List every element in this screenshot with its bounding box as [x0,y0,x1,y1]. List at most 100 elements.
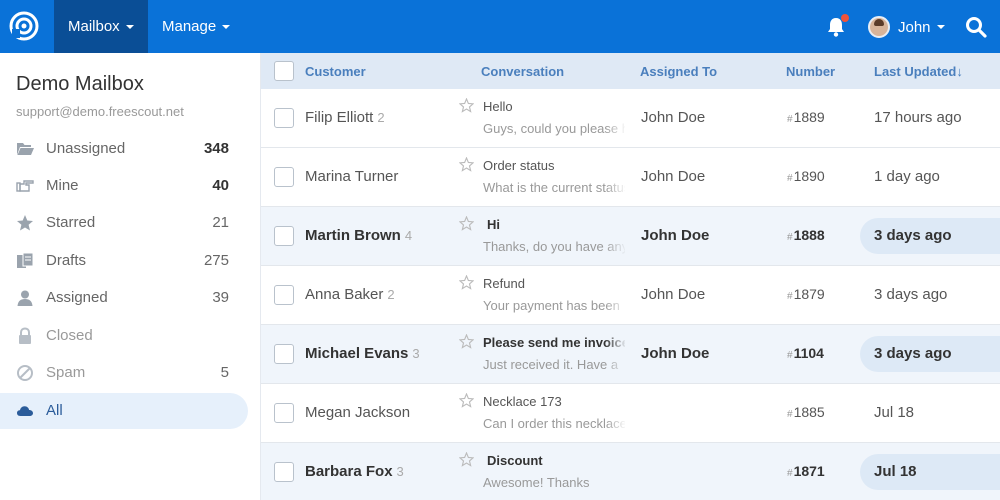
chevron-down-icon [936,25,945,29]
assignee: John Doe [641,109,706,126]
ban-icon [17,365,33,381]
star-icon[interactable] [459,98,474,113]
column-conversation[interactable]: Conversation [481,64,564,79]
table-row[interactable]: Anna Baker 2 Refund Your payment has been… [261,266,1000,325]
star-icon[interactable] [459,452,474,467]
customer-name: Filip Elliott 2 [305,109,385,126]
table-row[interactable]: Barbara Fox 3 Discount Awesome! Thanks #1… [261,443,1000,500]
customer-name-text: Michael Evans [305,345,409,362]
row-checkbox[interactable] [274,285,294,305]
hash-symbol: # [787,409,793,420]
conversation-preview: Guys, could you please help [483,121,625,136]
nav-mailbox-menu[interactable]: Mailbox [54,0,148,53]
assignee: John Doe [641,345,710,362]
row-checkbox[interactable] [274,226,294,246]
last-updated: 3 days ago [874,345,952,362]
column-customer[interactable]: Customer [305,64,366,79]
column-number[interactable]: Number [786,64,835,79]
user-icon [17,290,33,306]
folder-label: Drafts [46,252,87,269]
thread-count: 2 [377,110,385,125]
column-assigned-to[interactable]: Assigned To [640,64,717,79]
conversation-number: #1889 [787,109,825,125]
row-checkbox[interactable] [274,108,294,128]
freescout-logo-icon[interactable] [9,11,39,41]
conversation-number: #1104 [787,345,824,361]
chevron-down-icon [222,24,231,29]
folder-label: Unassigned [46,140,126,157]
folder-unassigned[interactable]: Unassigned 348 [0,131,248,167]
customer-name-text: Barbara Fox [305,463,393,480]
last-updated: 17 hours ago [874,109,962,126]
star-icon[interactable] [459,157,474,172]
table-header: Customer Conversation Assigned To Number… [261,53,1000,89]
folder-drafts[interactable]: Drafts 275 [0,243,248,279]
conversation-subject: Please send me invoice [483,335,625,350]
row-checkbox[interactable] [274,462,294,482]
number-value: 1885 [793,404,825,420]
conversation-number: #1871 [787,463,825,479]
star-icon[interactable] [459,216,474,231]
table-row[interactable]: Marina Turner Order status What is the c… [261,148,1000,207]
star-icon[interactable] [459,393,474,408]
nav-manage-menu[interactable]: Manage [148,0,244,53]
customer-name: Marina Turner [305,168,402,185]
folder-starred[interactable]: Starred 21 [0,205,248,241]
folder-assigned[interactable]: Assigned 39 [0,280,248,316]
star-icon[interactable] [459,275,474,290]
last-updated: Jul 18 [874,404,915,421]
thread-count: 4 [404,228,413,243]
folder-all[interactable]: All [0,393,248,429]
star-icon [17,215,33,231]
folder-count: 39 [212,289,229,306]
customer-name: Martin Brown 4 [305,227,412,244]
row-checkbox[interactable] [274,344,294,364]
lock-icon [19,327,31,344]
folder-count: 21 [212,214,229,231]
conversation-preview: Awesome! Thanks [483,475,590,490]
hash-symbol: # [787,350,793,361]
customer-name-text: Martin Brown [305,227,401,244]
conversation-subject: Refund [483,276,525,291]
folder-label: Assigned [46,289,108,306]
user-name: John [898,18,931,36]
conversation-subject: Necklace 173 [483,394,562,409]
top-navbar: Mailbox Manage John [0,0,1000,53]
number-value: 1871 [793,463,825,479]
thread-count: 3 [396,464,404,479]
folder-mine[interactable]: Mine 40 [0,168,248,204]
mailbox-email: support@demo.freescout.net [16,104,184,119]
row-checkbox[interactable] [274,167,294,187]
folder-closed[interactable]: Closed [0,318,248,354]
avatar [868,16,890,38]
last-updated: 3 days ago [874,286,948,303]
user-menu[interactable]: John [868,14,945,40]
column-last-updated[interactable]: Last Updated↓ [874,64,963,79]
folder-label: Closed [46,327,93,344]
conversation-preview: Can I order this necklace [483,416,625,431]
hash-symbol: # [787,291,793,302]
customer-name: Michael Evans 3 [305,345,420,362]
preview-fade [605,272,627,318]
mailbox-name[interactable]: Demo Mailbox [16,73,144,96]
conversation-number: #1885 [787,404,825,420]
hash-symbol: # [787,232,793,243]
customer-name: Barbara Fox 3 [305,463,404,480]
table-row[interactable]: Megan Jackson Necklace 173 Can I order t… [261,384,1000,443]
table-row[interactable]: Michael Evans 3 Please send me invoice Ju… [261,325,1000,384]
hash-symbol: # [787,173,793,184]
table-row[interactable]: Martin Brown 4 Hi Thanks, do you have any… [261,207,1000,266]
hash-symbol: # [787,468,793,479]
folder-spam[interactable]: Spam 5 [0,355,248,391]
folder-count: 5 [220,364,229,381]
folder-label: Spam [46,364,86,381]
folder-label: All [46,402,63,419]
customer-name: Anna Baker 2 [305,286,395,303]
table-row[interactable]: Filip Elliott 2 Hello Guys, could you ple… [261,89,1000,148]
select-all-checkbox[interactable] [274,61,294,81]
row-checkbox[interactable] [274,403,294,423]
last-updated: 3 days ago [874,227,952,244]
star-icon[interactable] [459,334,474,349]
folder-open-icon [17,143,34,155]
search-icon[interactable] [964,15,988,39]
